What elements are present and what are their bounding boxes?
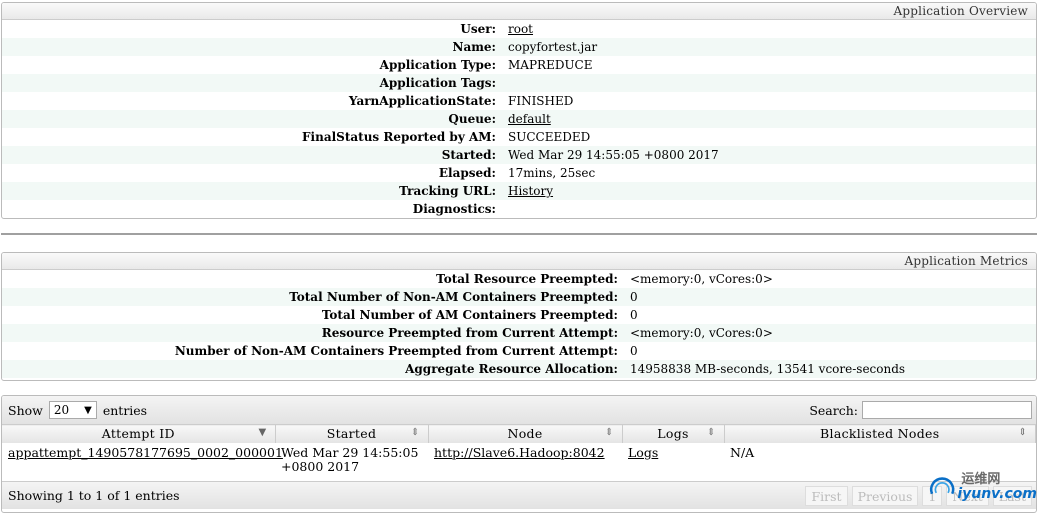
info-value: 0: [630, 344, 638, 358]
info-value-link[interactable]: default: [502, 110, 551, 128]
search-input[interactable]: [862, 401, 1032, 419]
info-label: Name:: [452, 40, 496, 54]
overview-info-list: User: root Name: copyfortest.jar Application…: [2, 20, 1036, 218]
sort-both-icon: ⇕: [604, 427, 614, 438]
info-row: Elapsed: 17mins, 25sec: [2, 164, 1036, 182]
cell-started: Wed Mar 29 14:55:05 +0800 2017: [281, 444, 419, 474]
info-label: Application Tags:: [379, 76, 496, 90]
column-header-attempt-id[interactable]: Attempt ID ▼: [2, 424, 276, 443]
watermark-cn: 运维网: [961, 472, 1001, 487]
pager-first-button[interactable]: First: [805, 485, 848, 506]
info-label: Total Resource Preempted:: [436, 272, 618, 286]
info-row: FinalStatus Reported by AM: SUCCEEDED: [2, 128, 1036, 146]
section-divider: [1, 233, 1037, 235]
logs-link[interactable]: Logs: [628, 445, 658, 460]
info-label: Aggregate Resource Allocation:: [405, 362, 618, 376]
sort-both-icon: ⇕: [706, 427, 716, 438]
column-header-node[interactable]: Node ⇕: [428, 424, 623, 443]
node-link[interactable]: http://Slave6.Hadoop:8042: [434, 445, 605, 460]
info-label: Queue:: [448, 112, 496, 126]
info-row: Application Tags:: [2, 74, 1036, 92]
show-label: Show: [8, 402, 43, 418]
info-value: 0: [630, 308, 638, 322]
cell-node: http://Slave6.Hadoop:8042: [428, 443, 622, 481]
info-row: Queue: default: [2, 110, 1036, 128]
info-value: 17mins, 25sec: [508, 166, 596, 180]
page-size-value: 20: [53, 403, 70, 417]
info-value: <memory:0, vCores:0>: [630, 326, 773, 340]
entries-info: Showing 1 to 1 of 1 entries: [8, 487, 180, 503]
info-label: Application Type:: [379, 58, 496, 72]
info-value: MAPREDUCE: [508, 58, 593, 72]
info-label: Started:: [441, 148, 496, 162]
info-label: Total Number of Non-AM Containers Preemp…: [289, 290, 618, 304]
info-row: Number of Non-AM Containers Preempted fr…: [2, 342, 1036, 360]
info-row: Diagnostics:: [2, 200, 1036, 218]
info-value: 0: [630, 290, 638, 304]
watermark-logo-icon: [930, 477, 955, 495]
info-value: <memory:0, vCores:0>: [630, 272, 773, 286]
application-metrics-panel: Application Metrics Total Resource Preem…: [1, 252, 1037, 381]
application-overview-title: Application Overview: [2, 3, 1036, 20]
info-label: Total Number of AM Containers Preempted:: [321, 308, 618, 322]
info-value: FINISHED: [508, 94, 574, 108]
info-value: 14958838 MB-seconds, 13541 vcore-seconds: [630, 362, 906, 376]
info-label: Number of Non-AM Containers Preempted fr…: [174, 344, 618, 358]
info-label: Diagnostics:: [412, 202, 496, 216]
cell-attempt-id: appattempt_1490578177695_0002_000001: [2, 443, 283, 481]
info-row: Name: copyfortest.jar: [2, 38, 1036, 56]
info-label: Elapsed:: [438, 166, 496, 180]
entries-label: entries: [102, 402, 148, 418]
info-value-link[interactable]: root: [502, 20, 533, 38]
table-footer: Showing 1 to 1 of 1 entries First Previo…: [2, 480, 1036, 509]
sort-both-icon: ⇕: [1018, 427, 1027, 438]
cell-logs: Logs: [622, 443, 724, 481]
page-size-select[interactable]: 20 ▼: [48, 401, 97, 419]
info-row: Tracking URL: History: [2, 182, 1036, 200]
info-label: User:: [460, 22, 496, 36]
attempts-table-panel: Show 20 ▼ entries Search: Attempt ID ▼ St…: [1, 395, 1037, 513]
metrics-info-list: Total Resource Preempted: <memory:0, vCor…: [2, 270, 1036, 378]
info-value-link[interactable]: History: [502, 182, 553, 200]
info-row: Total Number of AM Containers Preempted:…: [2, 306, 1036, 324]
info-row: Total Resource Preempted: <memory:0, vCor…: [2, 270, 1036, 288]
info-row: Resource Preempted from Current Attempt:…: [2, 324, 1036, 342]
info-row: Started: Wed Mar 29 14:55:05 +0800 2017: [2, 146, 1036, 164]
application-metrics-title: Application Metrics: [2, 253, 1036, 270]
table-row: appattempt_1490578177695_0002_000001 Wed…: [2, 443, 1036, 481]
info-row: Total Number of Non-AM Containers Preemp…: [2, 288, 1036, 306]
info-value: Wed Mar 29 14:55:05 +0800 2017: [508, 148, 719, 162]
table-toolbar: Show 20 ▼ entries Search:: [2, 396, 1036, 424]
column-header-started[interactable]: Started ⇕: [275, 424, 429, 443]
search-box: Search:: [809, 401, 1032, 419]
attempts-table: Attempt ID ▼ Started ⇕ Node ⇕ Logs ⇕ Blackli…: [2, 424, 1036, 481]
sort-desc-icon: ▼: [258, 427, 267, 438]
pager-previous-button[interactable]: Previous: [851, 485, 919, 506]
info-value: [502, 74, 508, 92]
site-watermark: 运维网 iyunv.com: [927, 462, 1037, 512]
info-label: Resource Preempted from Current Attempt:: [321, 326, 618, 340]
sort-both-icon: ⇕: [410, 427, 420, 438]
chevron-down-icon: ▼: [84, 404, 92, 416]
info-label: Tracking URL:: [399, 184, 496, 198]
info-value: [502, 200, 508, 218]
info-row: Application Type: MAPREDUCE: [2, 56, 1036, 74]
table-header-row: Attempt ID ▼ Started ⇕ Node ⇕ Logs ⇕ Blackli…: [2, 424, 1036, 443]
column-header-logs[interactable]: Logs ⇕: [622, 424, 725, 443]
attempt-id-link[interactable]: appattempt_1490578177695_0002_000001: [8, 445, 283, 460]
column-header-blacklisted-nodes[interactable]: Blacklisted Nodes ⇕: [724, 424, 1036, 443]
info-row: User: root: [2, 20, 1036, 38]
info-label: FinalStatus Reported by AM:: [302, 130, 496, 144]
info-label: YarnApplicationState:: [348, 94, 496, 108]
info-value: copyfortest.jar: [508, 40, 598, 54]
application-overview-panel: Application Overview User: root Name: copyf…: [1, 2, 1037, 219]
info-row: YarnApplicationState: FINISHED: [2, 92, 1036, 110]
search-label: Search:: [809, 402, 858, 418]
info-value: SUCCEEDED: [508, 130, 591, 144]
watermark-en: iyunv.com: [957, 486, 1037, 502]
info-row: Aggregate Resource Allocation: 14958838 M…: [2, 360, 1036, 378]
